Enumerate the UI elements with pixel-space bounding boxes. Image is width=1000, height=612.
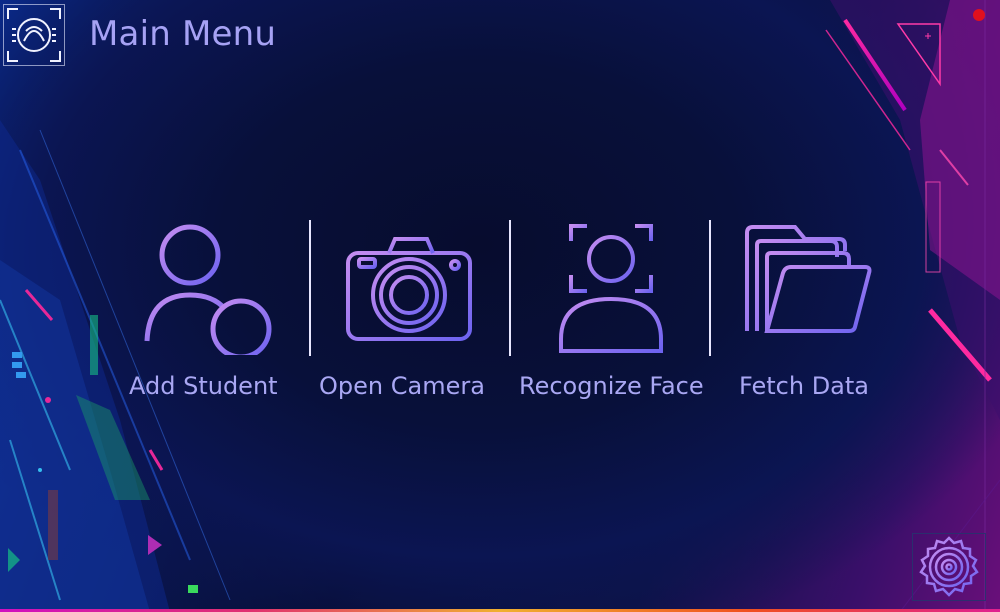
gear-icon (919, 536, 979, 597)
camera-icon (346, 237, 472, 341)
menu-label: Recognize Face (519, 372, 704, 400)
divider (509, 220, 511, 356)
recognize-face-button[interactable]: Recognize Face (515, 215, 710, 415)
menu-label: Open Camera (319, 372, 485, 400)
app-logo-face-scan-icon (3, 4, 65, 66)
add-student-button[interactable]: Add Student (125, 215, 290, 415)
folder-icon (745, 225, 872, 333)
divider (709, 220, 711, 356)
open-camera-button[interactable]: Open Camera (315, 215, 500, 415)
fetch-data-button[interactable]: Fetch Data (715, 215, 890, 415)
settings-button[interactable] (912, 533, 986, 601)
menu-label: Fetch Data (739, 372, 870, 400)
window-title: Main Menu (89, 14, 277, 54)
close-icon[interactable] (973, 9, 985, 21)
add-user-icon (144, 224, 272, 355)
face-scan-icon (559, 224, 663, 353)
divider (309, 220, 311, 356)
menu-label: Add Student (129, 372, 278, 400)
